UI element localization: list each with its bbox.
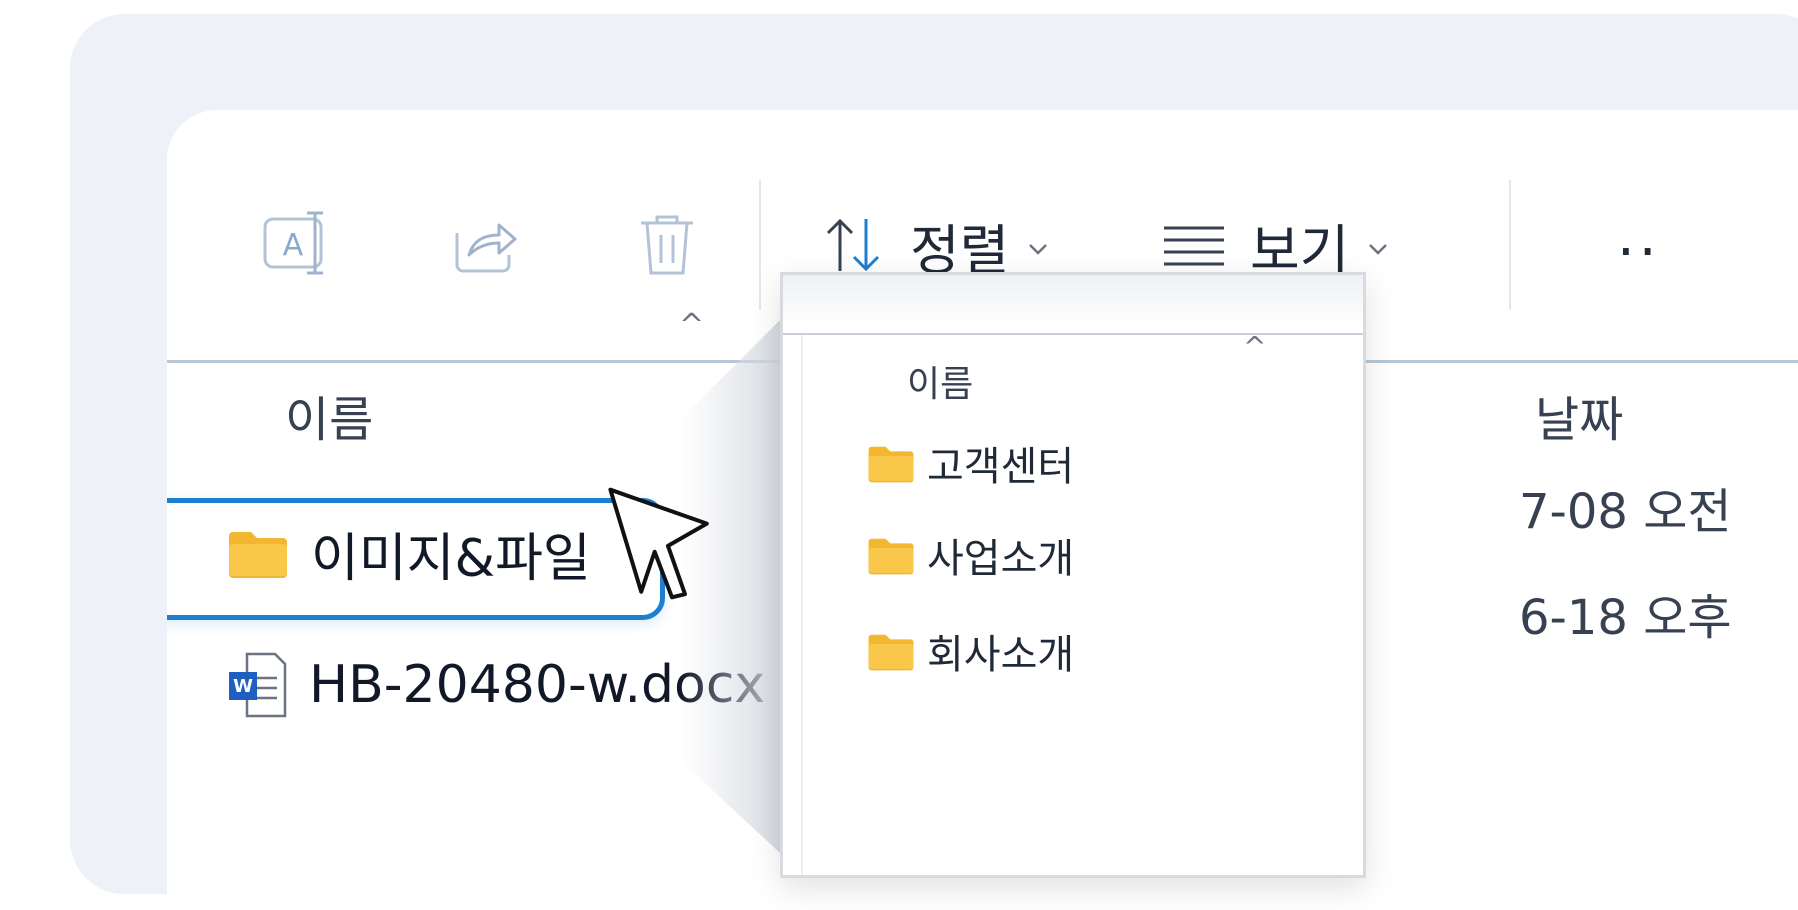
chevron-down-icon <box>1029 244 1048 255</box>
popup-faded-header <box>783 275 1363 327</box>
folder-icon <box>868 538 914 575</box>
sort-button[interactable]: 정렬 <box>822 210 1049 282</box>
column-header-name[interactable]: 이름 <box>285 380 373 450</box>
word-document-icon: W <box>229 652 287 718</box>
view-button[interactable]: 보기 <box>1162 210 1389 282</box>
popup-sort-indicator-icon: ^ <box>1243 330 1267 363</box>
file-name: HB-20480-w.docx <box>309 655 766 715</box>
column-header-date[interactable]: 날짜 <box>1535 380 1623 450</box>
more-options-button[interactable]: ·· <box>1617 220 1661 285</box>
folder-preview-popup: ^ 이름 고객센터 사업소개 회사소개 <box>780 272 1366 878</box>
rename-icon[interactable]: A <box>259 205 335 281</box>
toolbar-divider <box>759 180 761 310</box>
trash-icon[interactable] <box>629 205 705 281</box>
popup-folder-item[interactable]: 고객센터 <box>867 433 1074 493</box>
svg-text:W: W <box>233 676 253 697</box>
share-icon[interactable] <box>447 205 523 281</box>
popup-folder-label: 회사소개 <box>927 632 1075 678</box>
file-row-document[interactable]: W HB-20480-w.docx <box>227 640 765 730</box>
folder-icon <box>229 532 287 578</box>
popup-folder-label: 사업소개 <box>927 536 1075 582</box>
popup-left-track <box>801 335 803 875</box>
sort-arrows-icon <box>826 218 880 272</box>
svg-text:A: A <box>283 228 304 263</box>
file-date: 6-18 오후 <box>1519 590 1732 646</box>
file-date: 7-08 오전 <box>1519 484 1732 540</box>
file-row-folder[interactable]: 이미지&파일 <box>227 508 591 598</box>
popup-folder-item[interactable]: 사업소개 <box>867 525 1074 585</box>
popup-folder-item[interactable]: 회사소개 <box>867 621 1074 681</box>
popup-header-divider <box>783 333 1363 335</box>
popup-folder-label: 고객센터 <box>927 444 1075 490</box>
view-list-icon <box>1164 226 1224 266</box>
mouse-cursor-icon <box>560 470 710 620</box>
file-name: 이미지&파일 <box>311 528 591 589</box>
sort-indicator-icon: ^ <box>679 308 705 343</box>
folder-icon <box>868 634 914 671</box>
toolbar-divider <box>1509 180 1511 310</box>
folder-icon <box>868 446 914 483</box>
chevron-down-icon <box>1369 244 1388 255</box>
popup-column-header-name: 이름 <box>907 364 974 405</box>
